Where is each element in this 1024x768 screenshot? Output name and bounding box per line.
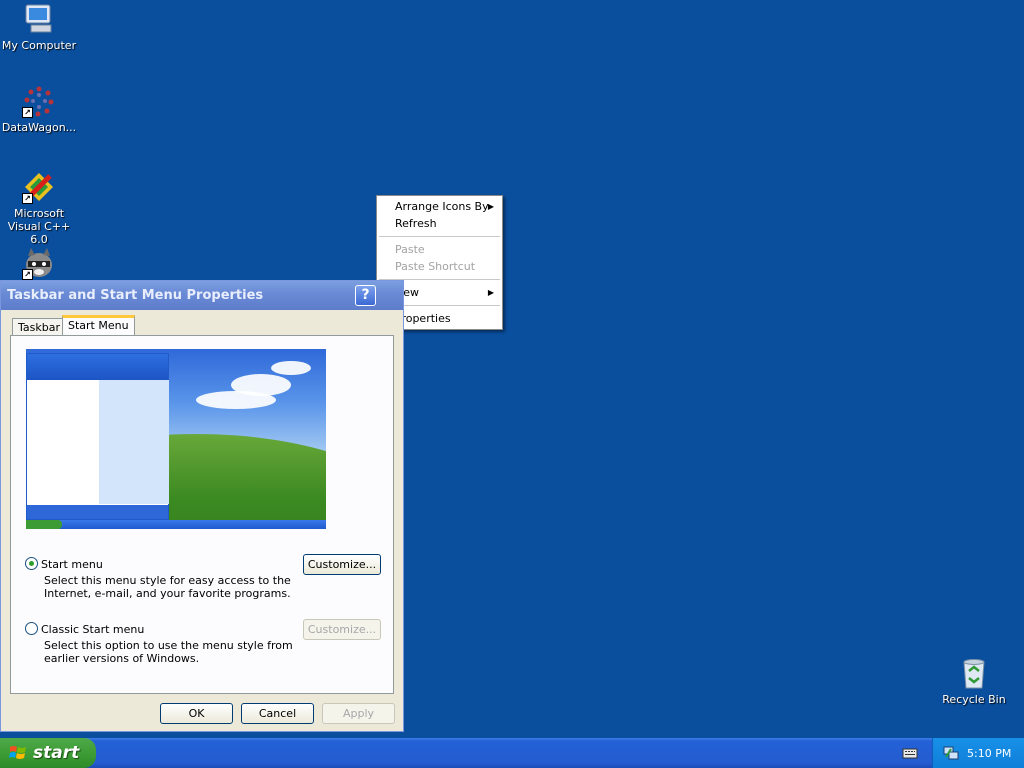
- computer-icon: [22, 2, 56, 36]
- submenu-arrow-icon: ▶: [487, 202, 494, 211]
- desktop-icon-datawagon[interactable]: ↗ DataWagon...: [0, 84, 78, 134]
- desktop-icon-label: DataWagon...: [1, 121, 77, 134]
- classic-start-menu-radio[interactable]: [25, 622, 38, 635]
- submenu-arrow-icon: ▶: [487, 288, 494, 297]
- start-menu-radio[interactable]: [25, 557, 38, 570]
- desktop-icon-recycle-bin[interactable]: Recycle Bin: [935, 656, 1013, 706]
- recycle-bin-icon: [957, 656, 991, 690]
- desktop-icon-label: Recycle Bin: [942, 693, 1006, 706]
- menu-item-paste: Paste: [377, 241, 502, 258]
- menu-item-label: Refresh: [395, 217, 437, 230]
- menu-separator: [379, 236, 500, 237]
- menu-item-label: Paste Shortcut: [395, 260, 476, 273]
- classic-start-menu-option-label: Classic Start menu: [41, 623, 145, 636]
- keyboard-language-icon[interactable]: [902, 746, 918, 760]
- system-tray: 5:10 PM: [932, 738, 1024, 768]
- customize-start-menu-button[interactable]: Customize...: [303, 554, 381, 575]
- network-icon[interactable]: [943, 745, 959, 761]
- start-menu-option-label: Start menu: [41, 558, 103, 571]
- visual-cpp-icon: ↗: [22, 170, 56, 204]
- datawagon-icon: ↗: [22, 84, 56, 118]
- tab-start-menu[interactable]: Start Menu: [62, 315, 135, 337]
- desktop-icon-label: My Computer: [1, 39, 77, 52]
- dialog-title: Taskbar and Start Menu Properties: [7, 288, 264, 303]
- shortcut-arrow-icon: ↗: [22, 269, 33, 280]
- menu-item-label: Paste: [395, 243, 425, 256]
- menu-item-paste-shortcut: Paste Shortcut: [377, 258, 502, 275]
- start-menu-tab-panel: Start menu Select this menu style for ea…: [10, 335, 394, 694]
- start-menu-preview-image: [26, 349, 326, 529]
- preview-start-menu: [26, 353, 169, 520]
- start-button[interactable]: start: [0, 738, 96, 768]
- menu-item-label: Arrange Icons By: [395, 200, 489, 213]
- desktop-icon-visual-cpp[interactable]: ↗ Microsoft Visual C++ 6.0: [0, 170, 78, 246]
- apply-button: Apply: [322, 703, 395, 724]
- dialog-title-bar[interactable]: Taskbar and Start Menu Properties ?: [1, 281, 403, 310]
- start-button-label: start: [33, 743, 80, 763]
- taskbar-start-menu-properties-dialog: Taskbar and Start Menu Properties ? Task…: [0, 280, 404, 732]
- menu-item-refresh[interactable]: Refresh: [377, 215, 502, 232]
- desktop-icon-raccoon[interactable]: ↗: [0, 246, 78, 283]
- menu-item-arrange-icons-by[interactable]: Arrange Icons By ▶: [377, 198, 502, 215]
- help-button[interactable]: ?: [355, 285, 376, 306]
- clock[interactable]: 5:10 PM: [967, 747, 1011, 760]
- classic-start-menu-description: Select this option to use the menu style…: [44, 639, 293, 665]
- ok-button[interactable]: OK: [160, 703, 233, 724]
- desktop-icon-my-computer[interactable]: My Computer: [0, 2, 78, 52]
- raccoon-icon: ↗: [22, 246, 56, 280]
- cancel-button[interactable]: Cancel: [241, 703, 314, 724]
- windows-flag-icon: [9, 746, 26, 759]
- start-menu-description: Select this menu style for easy access t…: [44, 574, 291, 600]
- shortcut-arrow-icon: ↗: [22, 107, 33, 118]
- customize-classic-start-menu-button: Customize...: [303, 619, 381, 640]
- desktop-icon-label: Microsoft Visual C++ 6.0: [7, 207, 71, 246]
- shortcut-arrow-icon: ↗: [22, 193, 33, 204]
- taskbar: start 5:10 PM: [0, 738, 1024, 768]
